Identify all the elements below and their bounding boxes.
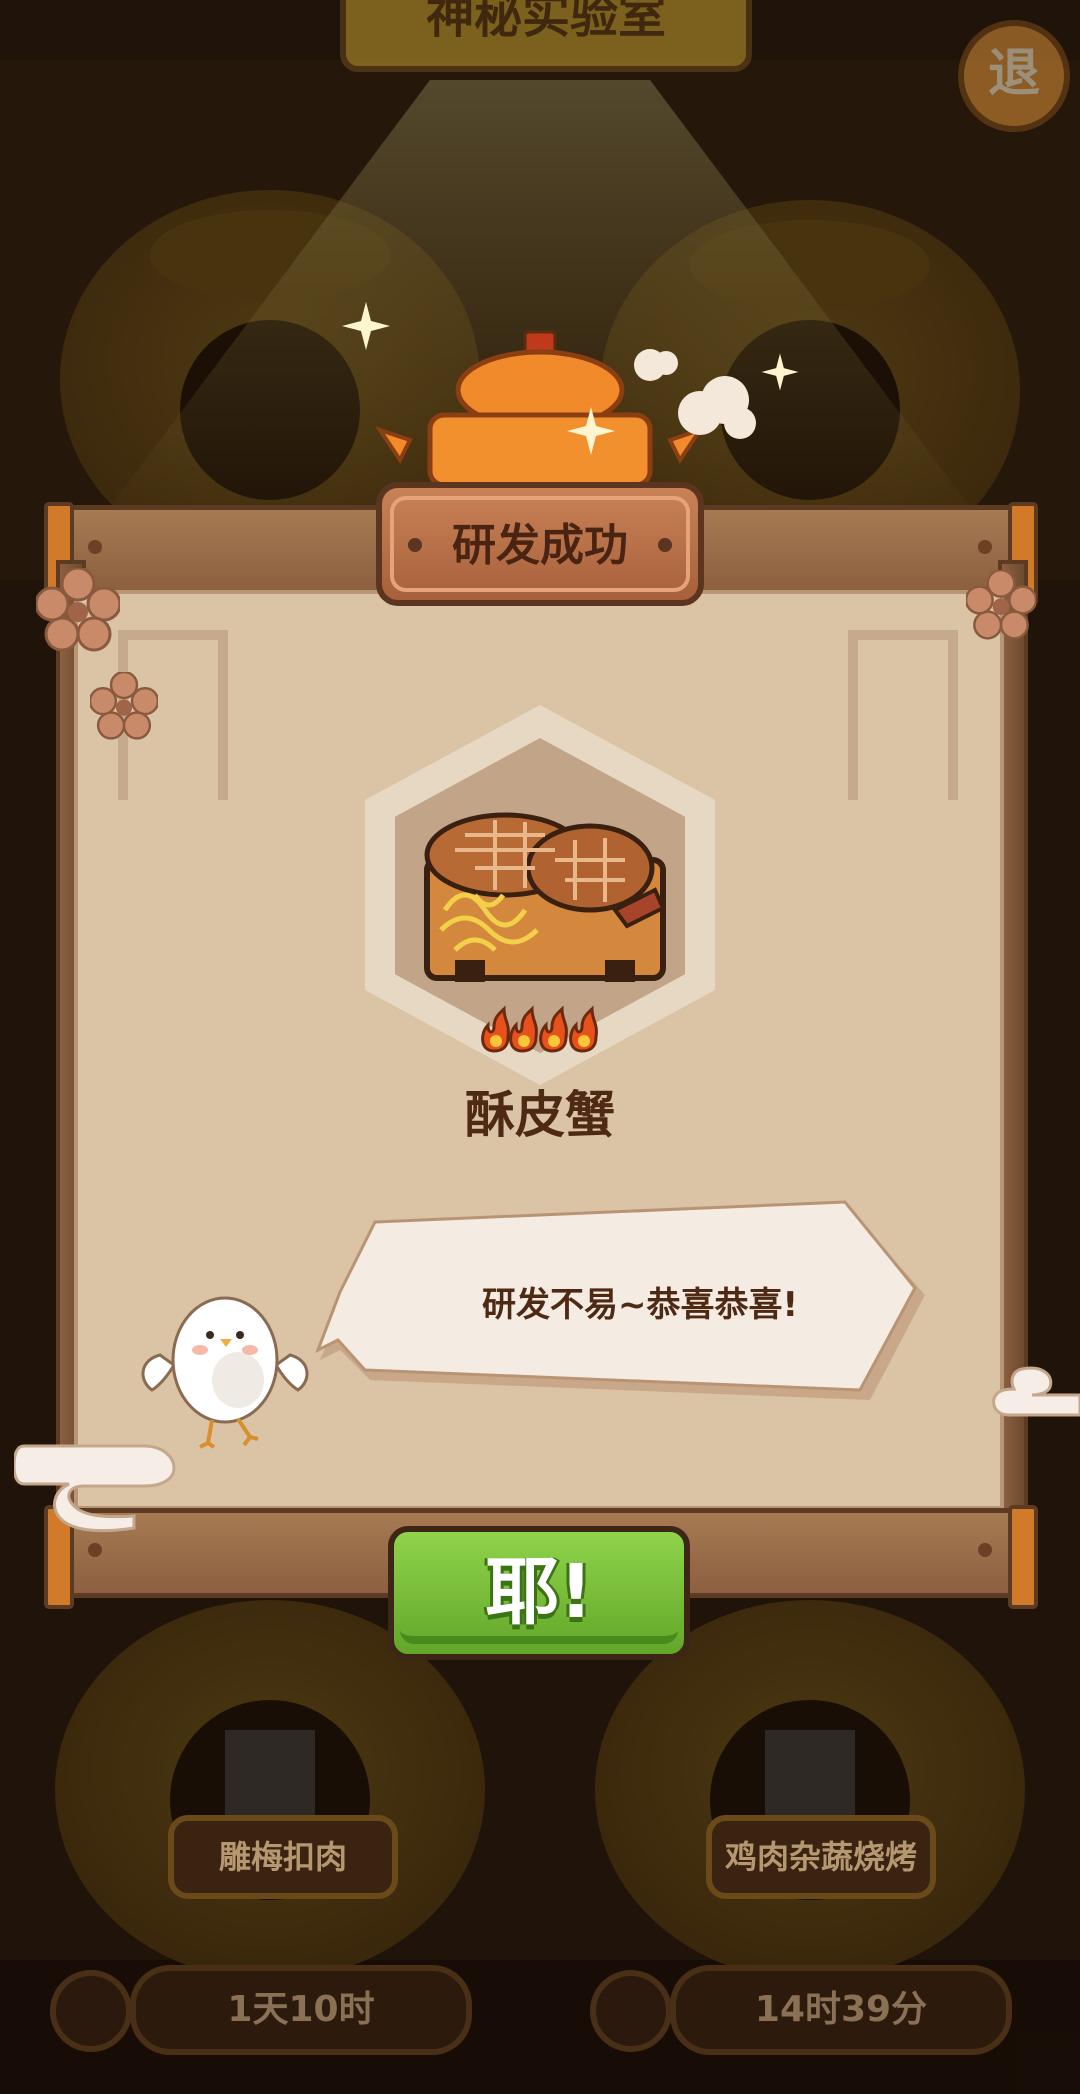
overlay-dim[interactable]: [0, 0, 1080, 2094]
confirm-button-label: 耶!: [400, 1538, 678, 1644]
station-timer-1: 1天10时: [130, 1965, 472, 2055]
station-label-1: 雕梅扣肉: [168, 1815, 398, 1899]
clock-icon: [590, 1970, 672, 2052]
lab-title: 神秘实验室: [340, 0, 752, 72]
clock-icon: [50, 1970, 132, 2052]
station-timer-2: 14时39分: [670, 1965, 1012, 2055]
exit-button[interactable]: 退: [958, 20, 1070, 132]
station-label-2: 鸡肉杂蔬烧烤: [706, 1815, 936, 1899]
confirm-button[interactable]: 耶!: [388, 1526, 690, 1660]
